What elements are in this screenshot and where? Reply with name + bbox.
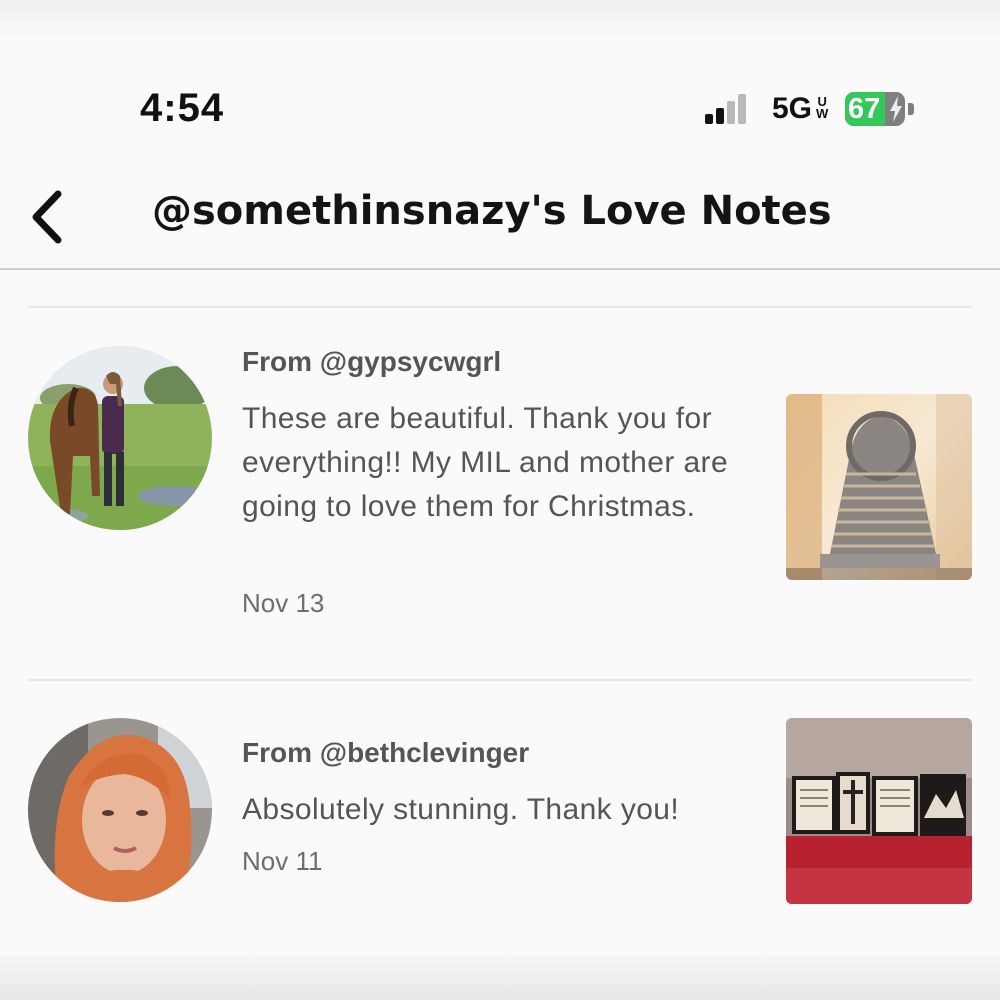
note-date: Nov 13 — [242, 588, 325, 618]
note-message: These are beautiful. Thank you for every… — [242, 402, 729, 523]
product-thumbnail[interactable] — [786, 718, 972, 904]
network-subtype: UW — [816, 94, 829, 121]
avatar[interactable] — [28, 718, 212, 902]
note-date: Nov 11 — [242, 846, 323, 876]
note-message: Absolutely stunning. Thank you! — [242, 793, 680, 826]
avatar[interactable] — [28, 346, 212, 530]
header-divider — [0, 268, 1000, 270]
battery-percent: 67 — [848, 93, 881, 125]
list-divider — [28, 679, 972, 681]
note-sender[interactable]: From @bethclevinger — [242, 737, 529, 769]
product-thumbnail[interactable] — [786, 394, 972, 580]
cellular-signal-icon — [705, 94, 746, 124]
network-type: 5G — [772, 92, 813, 125]
note-sender[interactable]: From @gypsycwgrl — [242, 346, 501, 378]
status-time: 4:54 — [140, 86, 225, 130]
charging-bolt-icon — [890, 96, 902, 122]
page-title: @somethinsnazy's Love Notes — [152, 188, 832, 234]
chevron-left-icon — [32, 190, 62, 244]
top-fade — [0, 0, 1000, 42]
back-button[interactable] — [28, 190, 68, 244]
battery-nub — [908, 103, 914, 115]
bottom-fade — [0, 955, 1000, 1000]
list-divider — [28, 306, 972, 308]
